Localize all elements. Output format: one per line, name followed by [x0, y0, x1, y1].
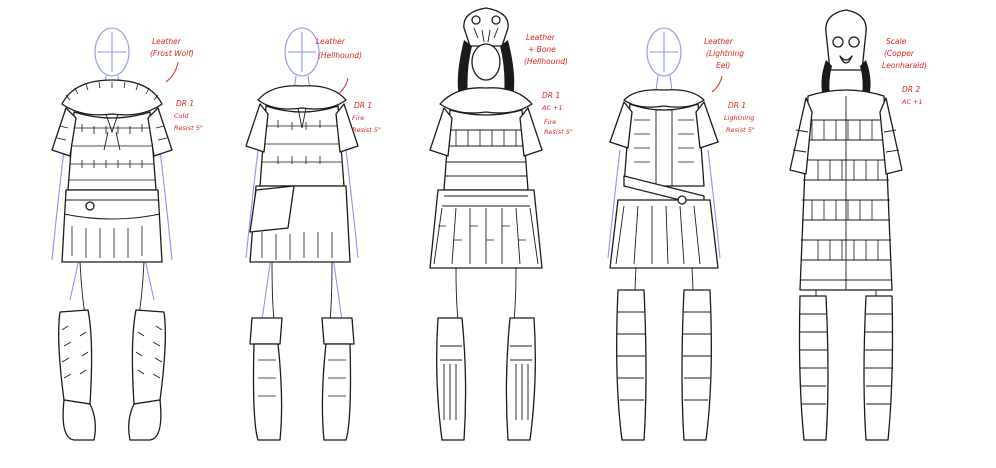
svg-text:Leather: Leather: [152, 37, 182, 46]
tunic: [259, 105, 345, 187]
collar: [61, 79, 163, 116]
collar: [623, 89, 705, 108]
collar: [257, 85, 347, 110]
note-material: Leather: [316, 37, 346, 46]
mask-helmet: [821, 9, 871, 100]
armor-sketch-canvas: Leather (Frost Wolf) DR 1 Cold Resist 5": [51, 7, 927, 441]
svg-text:Resist 5": Resist 5": [544, 128, 573, 136]
note-stat1: DR 2: [902, 85, 920, 94]
belt-skirt: [61, 189, 163, 263]
svg-text:(Hellhound): (Hellhound): [318, 51, 362, 60]
svg-text:(Frost Wolf): (Frost Wolf): [150, 49, 194, 58]
boots-scale: [798, 295, 894, 441]
note-material: Leather: [704, 37, 734, 46]
corset-tunic: [623, 103, 705, 207]
figure-lightning-eel: Leather (Lightning Eel) DR 1 Lightning R…: [607, 27, 755, 441]
svg-text:Leather: Leather: [316, 37, 346, 46]
svg-text:Fire: Fire: [544, 118, 556, 126]
svg-text:Scale: Scale: [886, 37, 907, 46]
svg-text:(Lightning: (Lightning: [706, 49, 744, 58]
note-stat4: Resist 5": [544, 128, 573, 136]
note-source: + Bone: [528, 45, 556, 54]
svg-text:DR 1: DR 1: [354, 101, 372, 110]
figure-copper-leonharald: Scale (Copper Leonharald) DR 2 AC +1: [789, 9, 927, 441]
svg-text:AC +1: AC +1: [541, 104, 563, 112]
figure-frost-wolf: Leather (Frost Wolf) DR 1 Cold Resist 5": [51, 27, 203, 441]
note-material: Leather: [526, 33, 556, 42]
svg-text:Fire: Fire: [352, 114, 364, 122]
note-source2: Leonharald): [882, 61, 927, 70]
boots-segmented: [616, 289, 712, 441]
belt-skirt: [249, 185, 351, 263]
note-source: (Lightning: [706, 49, 744, 58]
legs: [79, 261, 145, 321]
figure-hellhound: Leather (Hellhound) DR 1 Fire Resist 5": [245, 27, 381, 441]
svg-text:Resist 5": Resist 5": [174, 124, 203, 132]
svg-text:Eel): Eel): [716, 61, 730, 70]
note-stat1: DR 1: [354, 101, 372, 110]
svg-text:Leonharald): Leonharald): [882, 61, 927, 70]
boots-bone: [436, 317, 536, 441]
legs: [271, 261, 333, 321]
note-stat2: AC +1: [541, 104, 563, 112]
figure-hellhound-bone: Leather + Bone (Hellhound) DR 1 AC +1 Fi…: [429, 7, 573, 441]
concept-sheet: Leather (Frost Wolf) DR 1 Cold Resist 5": [0, 0, 996, 468]
scale-coat: [799, 89, 893, 291]
svg-text:Cold: Cold: [174, 112, 189, 120]
note-stat2: Fire: [352, 114, 364, 122]
note-source: (Frost Wolf): [150, 49, 194, 58]
note-stat1: DR 1: [542, 91, 560, 100]
boots: [249, 317, 355, 441]
svg-text:DR 1: DR 1: [728, 101, 746, 110]
note-stat2: Cold: [174, 112, 189, 120]
svg-text:Resist 5": Resist 5": [352, 126, 381, 134]
pteruges-skirt: [429, 189, 543, 269]
svg-text:AC +1: AC +1: [901, 98, 923, 106]
note-stat3: Resist 5": [726, 126, 755, 134]
note-stat3: Resist 5": [174, 124, 203, 132]
note-source2: (Hellhound): [524, 57, 568, 66]
note-stat3: Fire: [544, 118, 556, 126]
note-stat2: AC +1: [901, 98, 923, 106]
note-stat1: DR 1: [176, 99, 194, 108]
svg-text:Leather: Leather: [526, 33, 556, 42]
note-source: (Copper: [884, 49, 915, 58]
svg-text:DR 1: DR 1: [176, 99, 194, 108]
notes-copper-leonharald: Scale (Copper Leonharald) DR 2 AC +1: [882, 37, 927, 106]
notes-lightning-eel: Leather (Lightning Eel) DR 1 Lightning R…: [704, 37, 755, 134]
svg-text:Leather: Leather: [704, 37, 734, 46]
collar: [439, 87, 533, 114]
tunic: [67, 111, 157, 191]
note-stat2: Lightning: [724, 114, 754, 122]
note-material: Leather: [152, 37, 182, 46]
note-source2: Eel): [716, 61, 730, 70]
note-stat3: Resist 5": [352, 126, 381, 134]
note-material: Scale: [886, 37, 907, 46]
svg-text:(Copper: (Copper: [884, 49, 915, 58]
note-source: (Hellhound): [318, 51, 362, 60]
note-stat1: DR 1: [728, 101, 746, 110]
svg-text:DR 2: DR 2: [902, 85, 920, 94]
svg-text:DR 1: DR 1: [542, 91, 560, 100]
tunic-bone: [443, 109, 529, 191]
pteruges-skirt: [609, 195, 719, 269]
skull-helmet: [457, 7, 515, 100]
boots-fur: [58, 309, 166, 441]
svg-text:+ Bone: + Bone: [528, 45, 556, 54]
svg-text:Lightning: Lightning: [724, 114, 754, 122]
legs: [455, 267, 517, 321]
svg-text:Resist 5": Resist 5": [726, 126, 755, 134]
svg-text:(Hellhound): (Hellhound): [524, 57, 568, 66]
